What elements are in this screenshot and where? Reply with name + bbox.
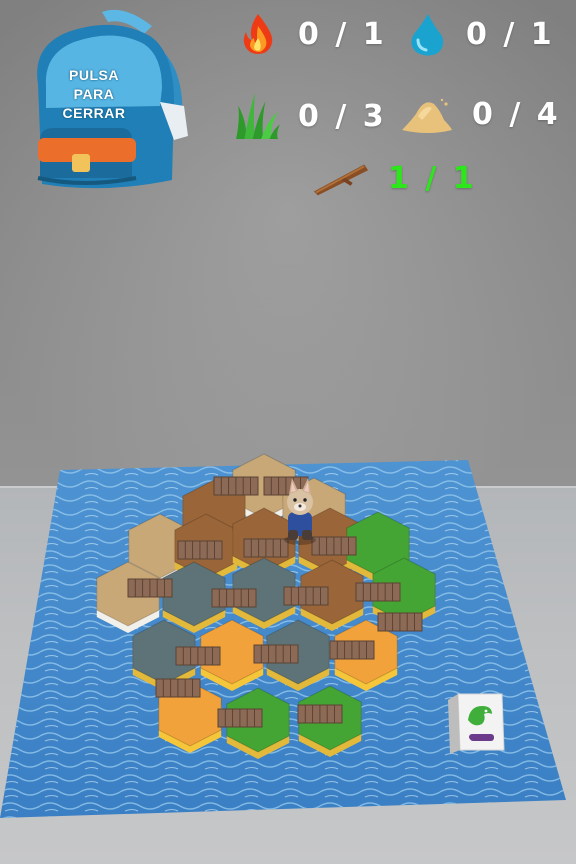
wood-count: 1 / 1 (388, 160, 477, 196)
resource-water: 0 / 1 (404, 12, 555, 56)
stick-icon (313, 164, 369, 196)
inventory-hud: PULSA PARA CERRAR 0 / 1 0 / 1 0 / 3 0 / … (0, 0, 576, 220)
sand-count: 0 / 4 (472, 96, 561, 132)
sand-pile-icon (402, 98, 452, 133)
backpack-button[interactable]: PULSA PARA CERRAR (24, 6, 194, 192)
grass-count: 0 / 3 (298, 98, 387, 134)
dinosaur-die-icon[interactable] (448, 693, 505, 754)
water-count: 0 / 1 (466, 16, 555, 52)
resource-sand: 0 / 4 (398, 92, 561, 136)
resource-wood: 1 / 1 (312, 158, 477, 198)
backpack-close-label: PULSA PARA CERRAR (62, 67, 126, 121)
water-drop-icon (411, 14, 444, 56)
fire-count: 0 / 1 (298, 16, 387, 52)
fire-icon (243, 14, 273, 54)
resource-fire: 0 / 1 (236, 12, 387, 56)
grass-icon (236, 93, 280, 139)
resource-grass: 0 / 3 (234, 92, 387, 140)
